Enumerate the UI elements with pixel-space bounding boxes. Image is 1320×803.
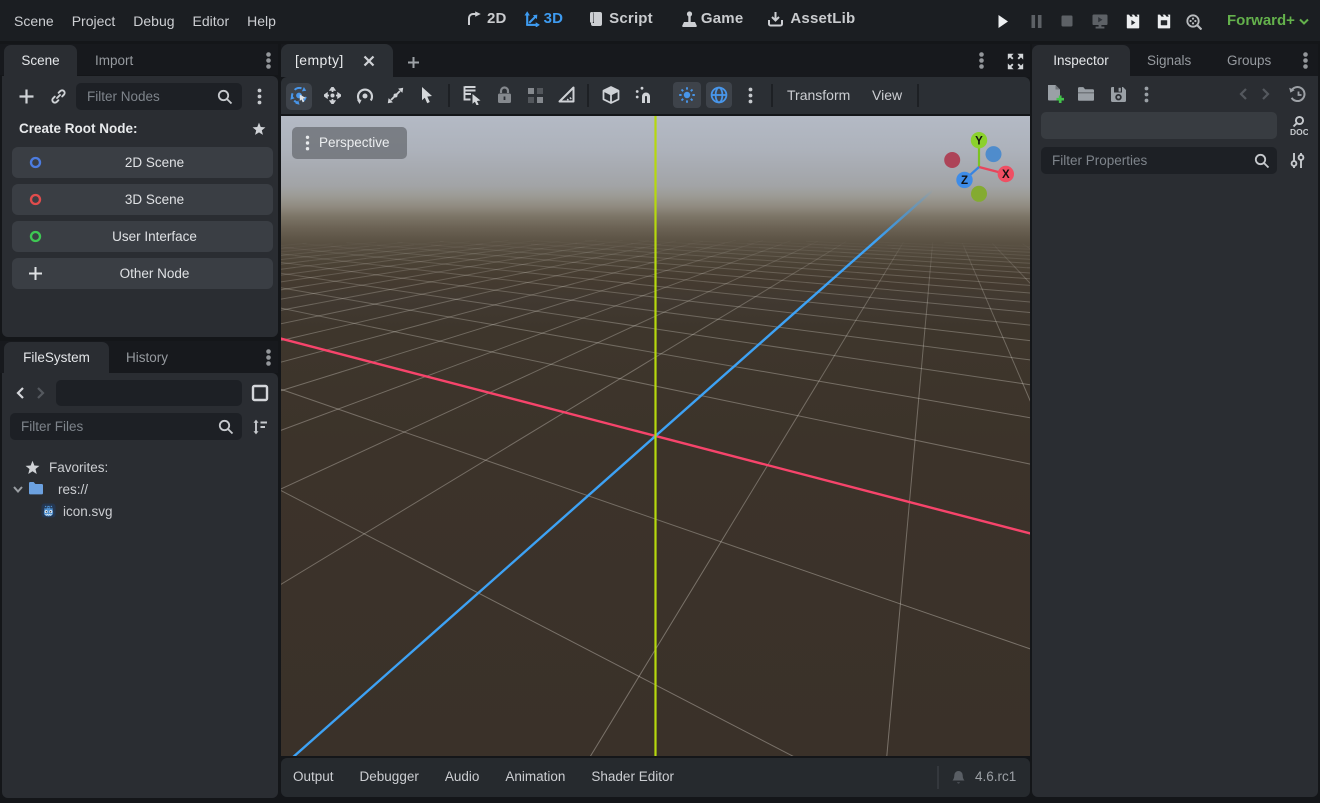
svg-text:DOC: DOC (1290, 127, 1308, 137)
svg-text:X: X (1002, 169, 1010, 181)
svg-text:Y: Y (975, 135, 983, 147)
svg-text:Z: Z (961, 175, 968, 187)
